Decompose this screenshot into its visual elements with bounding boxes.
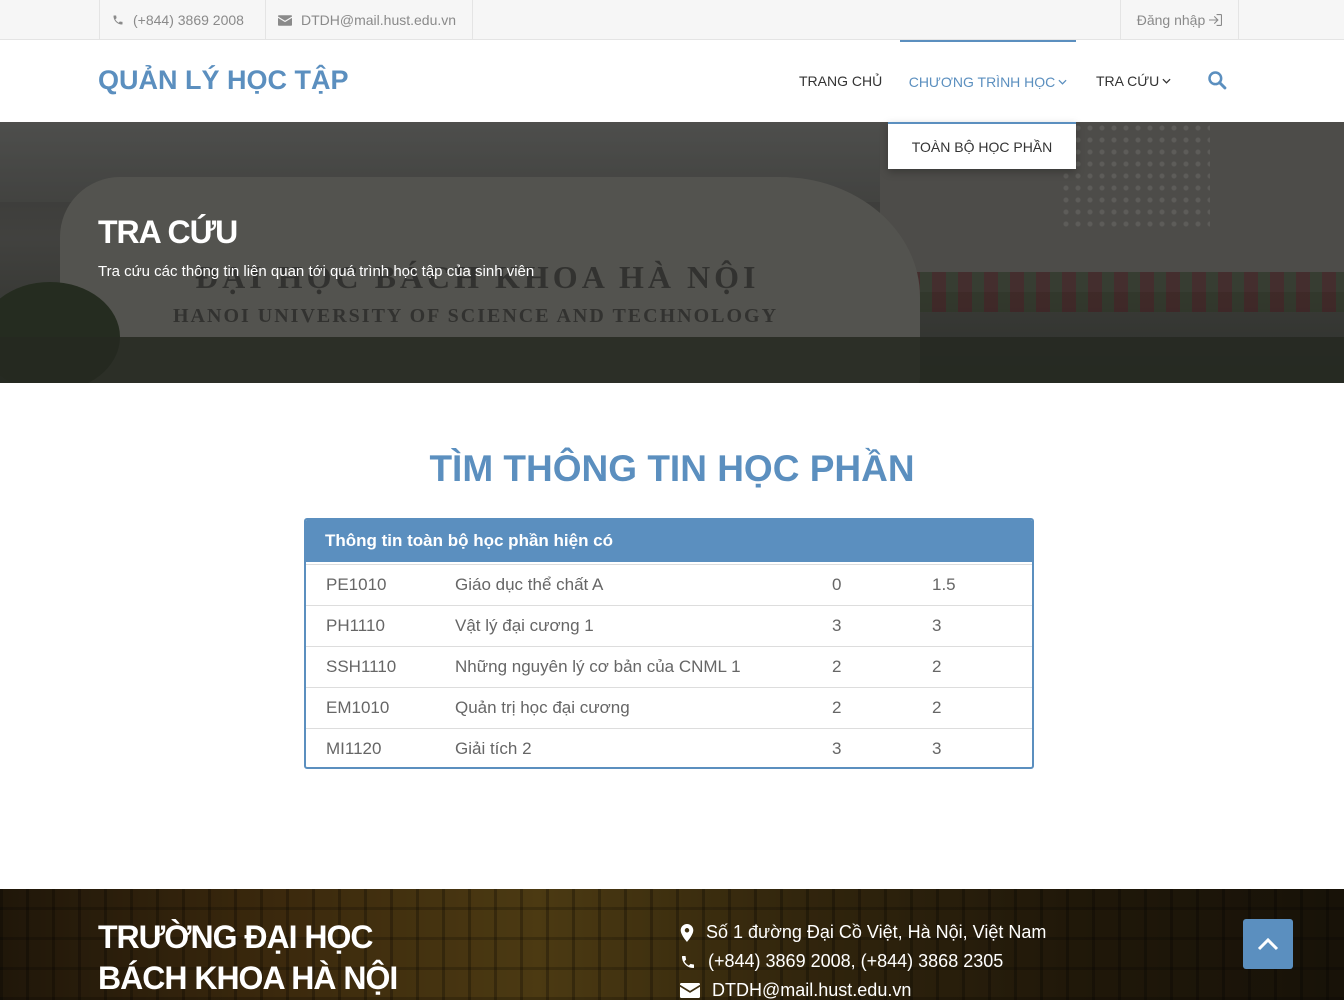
course-code: SSH1110: [306, 646, 455, 688]
table-row: PH1110 Vật lý đại cương 1 3 3: [306, 605, 1032, 647]
course-fee-credits: 3: [932, 728, 1032, 767]
course-code: PE1010: [306, 564, 455, 606]
table-row: PE1010 Giáo dục thể chất A 0 1.5: [306, 564, 1032, 606]
footer-email-text: DTDH@mail.hust.edu.vn: [712, 980, 912, 1000]
envelope-icon: [680, 983, 700, 998]
nav-item-program[interactable]: CHƯƠNG TRÌNH HỌC: [900, 40, 1076, 122]
site-logo[interactable]: QUẢN LÝ HỌC TẬP: [98, 65, 349, 96]
course-credits: 3: [832, 728, 932, 767]
course-code: EM1010: [306, 687, 455, 729]
chevron-up-icon: [1257, 937, 1279, 951]
top-bar: (+844) 3869 2008 DTDH@mail.hust.edu.vn Đ…: [0, 0, 1344, 40]
course-fee-credits: 2: [932, 687, 1032, 729]
footer-phones-text: (+844) 3869 2008, (+844) 3868 2305: [708, 951, 1004, 971]
footer-phones: (+844) 3869 2008, (+844) 3868 2305: [680, 951, 1003, 972]
course-name: Những nguyên lý cơ bản của CNML 1: [455, 646, 832, 688]
panel-heading: Thông tin toàn bộ học phần hiện có: [306, 520, 1032, 562]
dropdown-item-label: TOÀN BỘ HỌC PHẦN: [911, 138, 1053, 155]
topbar-email-text: DTDH@mail.hust.edu.vn: [301, 12, 457, 28]
section-title: TÌM THÔNG TIN HỌC PHẦN: [429, 448, 915, 489]
school-name-line1: TRƯỜNG ĐẠI HỌC: [98, 919, 374, 955]
topbar-email[interactable]: DTDH@mail.hust.edu.vn: [265, 0, 473, 40]
nav-item-label: TRA CỨU: [1096, 73, 1160, 89]
chevron-down-icon: [1058, 79, 1067, 85]
nav-item-home[interactable]: TRANG CHỦ: [799, 40, 882, 122]
back-to-top-button[interactable]: [1243, 919, 1293, 969]
hero-banner: ĐẠI HỌC BÁCH KHOA HÀ NỘI HANOI UNIVERSIT…: [0, 122, 1344, 383]
footer-email[interactable]: DTDH@mail.hust.edu.vn: [680, 980, 911, 1000]
course-name: Vật lý đại cương 1: [455, 605, 832, 647]
course-code: MI1120: [306, 728, 455, 767]
courses-table: PE1010 Giáo dục thể chất A 0 1.5 PH1110 …: [306, 564, 1032, 767]
sign-in-icon: [1209, 14, 1223, 26]
hero-subtitle: Tra cứu các thông tin liên quan tới quá …: [98, 263, 535, 280]
course-credits: 0: [832, 564, 932, 606]
chevron-down-icon: [1162, 78, 1171, 84]
dropdown-item-all-courses[interactable]: TOÀN BỘ HỌC PHẦN: [888, 122, 1076, 169]
course-credits: 3: [832, 605, 932, 647]
hero-title: TRA CỨU: [98, 214, 238, 250]
course-name: Quản trị học đại cương: [455, 687, 832, 729]
envelope-icon: [278, 14, 292, 26]
table-row: EM1010 Quản trị học đại cương 2 2: [306, 687, 1032, 729]
map-marker-icon: [680, 923, 694, 942]
courses-panel: Thông tin toàn bộ học phần hiện có PE101…: [304, 518, 1034, 769]
course-fee-credits: 2: [932, 646, 1032, 688]
course-name: Giải tích 2: [455, 728, 832, 767]
course-credits: 2: [832, 646, 932, 688]
course-fee-credits: 1.5: [932, 564, 1032, 606]
course-name: Giáo dục thể chất A: [455, 564, 832, 606]
footer: TRƯỜNG ĐẠI HỌC BÁCH KHOA HÀ NỘI Số 1 đườ…: [0, 889, 1344, 1000]
phone-icon: [113, 15, 123, 25]
school-name-line2: BÁCH KHOA HÀ NỘI: [98, 960, 398, 996]
hero-overlay: [0, 122, 1344, 383]
topbar-phone-text: (+844) 3869 2008: [133, 12, 244, 28]
table-row: SSH1110 Những nguyên lý cơ bản của CNML …: [306, 646, 1032, 688]
nav-item-lookup[interactable]: TRA CỨU: [1096, 40, 1171, 122]
table-row: MI1120 Giải tích 2 3 3: [306, 728, 1032, 767]
course-code: PH1110: [306, 605, 455, 647]
footer-address-text: Số 1 đường Đại Cồ Việt, Hà Nội, Việt Nam: [706, 922, 1047, 942]
nav-item-label: TRANG CHỦ: [799, 73, 883, 89]
login-label: Đăng nhập: [1136, 12, 1206, 28]
footer-address: Số 1 đường Đại Cồ Việt, Hà Nội, Việt Nam: [680, 922, 1046, 943]
main-navbar: QUẢN LÝ HỌC TẬP TRANG CHỦ CHƯƠNG TRÌNH H…: [0, 40, 1344, 122]
course-fee-credits: 3: [932, 605, 1032, 647]
footer-school-name: TRƯỜNG ĐẠI HỌC BÁCH KHOA HÀ NỘI: [98, 917, 398, 999]
phone-icon: [682, 955, 694, 968]
topbar-phone: (+844) 3869 2008: [99, 0, 266, 40]
search-button[interactable]: [1207, 70, 1227, 95]
nav-item-label: CHƯƠNG TRÌNH HỌC: [908, 74, 1056, 90]
search-icon: [1208, 71, 1227, 90]
course-credits: 2: [832, 687, 932, 729]
login-link[interactable]: Đăng nhập: [1120, 0, 1239, 40]
